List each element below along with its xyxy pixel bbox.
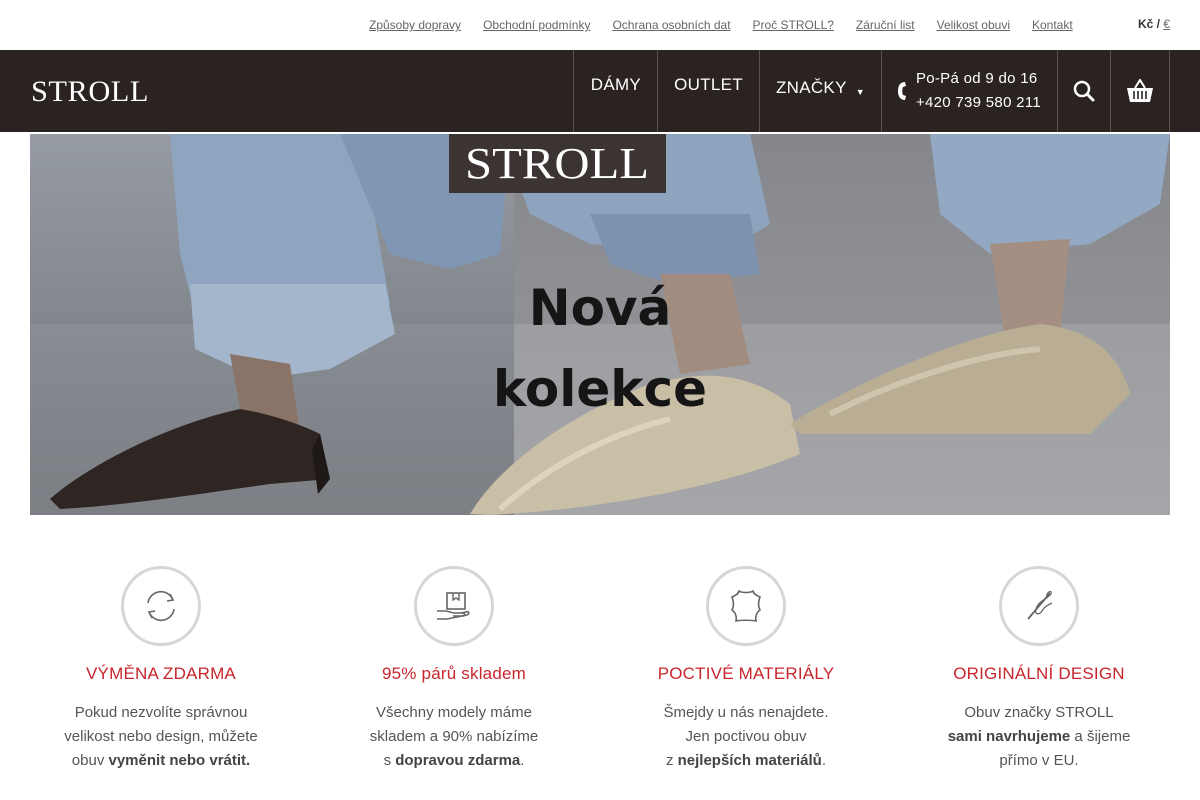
top-links: Způsoby dopravy Obchodní podmínky Ochran… [369,18,1073,32]
feature-vymena-zdarma: VÝMĚNA ZDARMA Pokud nezvolíte správnou v… [41,566,281,773]
feature-text-bold: dopravou zdarma [395,752,521,769]
feature-title: 95% párů skladem [382,664,526,683]
hero-title-line2: kolekce [492,360,708,418]
feature-text-line: Všechny modely máme [376,704,532,721]
nav-label-damy: DÁMY [590,75,642,94]
logo-text: STROLL [31,75,149,107]
needle-thread-icon [1027,590,1053,620]
feature-title: ORIGINÁLNÍ DESIGN [953,664,1125,683]
feature-title: VÝMĚNA ZDARMA [86,664,236,683]
top-utility-bar: Způsoby dopravy Obchodní podmínky Ochran… [0,0,1200,50]
feature-text-bold: sami navrhujeme [947,728,1071,745]
feature-text: Pokud nezvolíte správnou velikost nebo d… [41,701,281,773]
link-ochrana-osobnich-dat[interactable]: Ochrana osobních dat [612,18,730,32]
feature-text-line: z [665,752,678,769]
nav-item-outlet[interactable]: OUTLET [657,50,759,132]
link-proc-stroll[interactable]: Proč STROLL? [753,18,834,32]
currency-czk[interactable]: Kč [1138,17,1153,31]
feature-icon-circle [999,566,1079,646]
feature-text: Obuv značky STROLL sami navrhujeme a šij… [919,701,1159,773]
search-icon [1073,80,1095,102]
feature-text-line: s [383,752,396,769]
phone-text: Po-Pá od 9 do 16 +420 739 580 211 [916,67,1041,115]
currency-eur[interactable]: € [1163,17,1170,31]
nav-phone-contact[interactable]: Po-Pá od 9 do 16 +420 739 580 211 [880,50,1057,132]
feature-icon-circle [414,566,494,646]
cart-button[interactable] [1110,50,1170,132]
hero-stroll-badge: STROLL [449,134,666,193]
feature-text-line: a šijeme [1070,728,1131,745]
feature-text-line: skladem a 90% nabízíme [369,728,539,745]
phone-icon [897,82,906,100]
nav-label-znacky: ZNAČKY [775,78,847,97]
feature-text-line: velikost nebo design, můžete [64,728,258,745]
feature-title: POCTIVÉ MATERIÁLY [657,664,835,683]
feature-text-line: Šmejdy u nás nenajdete. [663,704,829,721]
feature-originalni-design: ORIGINÁLNÍ DESIGN Obuv značky STROLL sam… [919,566,1159,773]
phone-hours: Po-Pá od 9 do 16 [915,70,1038,87]
feature-text-bold: nejlepších materiálů [677,752,822,769]
feature-icon-circle [121,566,201,646]
link-zarucni-list[interactable]: Záruční list [856,18,915,32]
feature-text: Všechny modely máme skladem a 90% nabízí… [334,701,574,773]
feature-text-line: . [821,752,827,769]
feature-text-line: obuv [71,752,109,769]
main-navbar: STROLL DÁMY OUTLET ZNAČKY ▼ Po-Pá od 9 d… [0,50,1200,132]
phone-number[interactable]: +420 739 580 211 [916,91,1041,115]
feature-skladem: 95% párů skladem Všechny modely máme skl… [334,566,574,773]
link-obchodni-podminky[interactable]: Obchodní podmínky [483,18,590,32]
nav-item-damy[interactable]: DÁMY [572,50,657,132]
feature-icon-circle [706,566,786,646]
hero-title-line1: Nová [528,279,672,337]
feature-text-line: Obuv značky STROLL [964,704,1114,721]
nav-item-znacky[interactable]: ZNAČKY ▼ [758,50,881,132]
leather-hide-icon [730,589,762,623]
nav-label-outlet: OUTLET [674,75,743,94]
hero-logo-text: STROLL [465,144,649,184]
feature-text-bold: vyměnit nebo vrátit. [108,752,251,769]
feature-text: Šmejdy u nás nenajdete. Jen poctivou obu… [626,701,866,773]
exchange-arrows-icon [147,590,175,622]
link-velikost-obuvi[interactable]: Velikost obuvi [937,18,1010,32]
nav-menu: DÁMY OUTLET ZNAČKY ▼ Po-Pá od 9 do 16 +4… [572,50,1170,132]
feature-poctive-materialy: POCTIVÉ MATERIÁLY Šmejdy u nás nenajdete… [626,566,866,773]
feature-text-line: . [520,752,525,769]
basket-icon [1127,79,1153,102]
feature-text-line: přímo v EU. [999,752,1079,769]
link-kontakt[interactable]: Kontakt [1032,18,1073,32]
currency-switcher: Kč / € [1138,17,1170,31]
hero-banner[interactable]: STROLL Nová kolekce [30,134,1170,515]
currency-separator: / [1153,17,1164,31]
link-zpusoby-dopravy[interactable]: Způsoby dopravy [369,18,461,32]
hero-logo-mark: STROLL [465,144,649,184]
boxes-hand-icon [437,592,470,620]
feature-text-line: Jen poctivou obuv [685,728,807,745]
stroll-logo[interactable]: STROLL [31,75,151,107]
feature-text-line: Pokud nezvolíte správnou [74,704,248,721]
search-button[interactable] [1057,50,1110,132]
chevron-down-icon: ▼ [855,87,865,97]
